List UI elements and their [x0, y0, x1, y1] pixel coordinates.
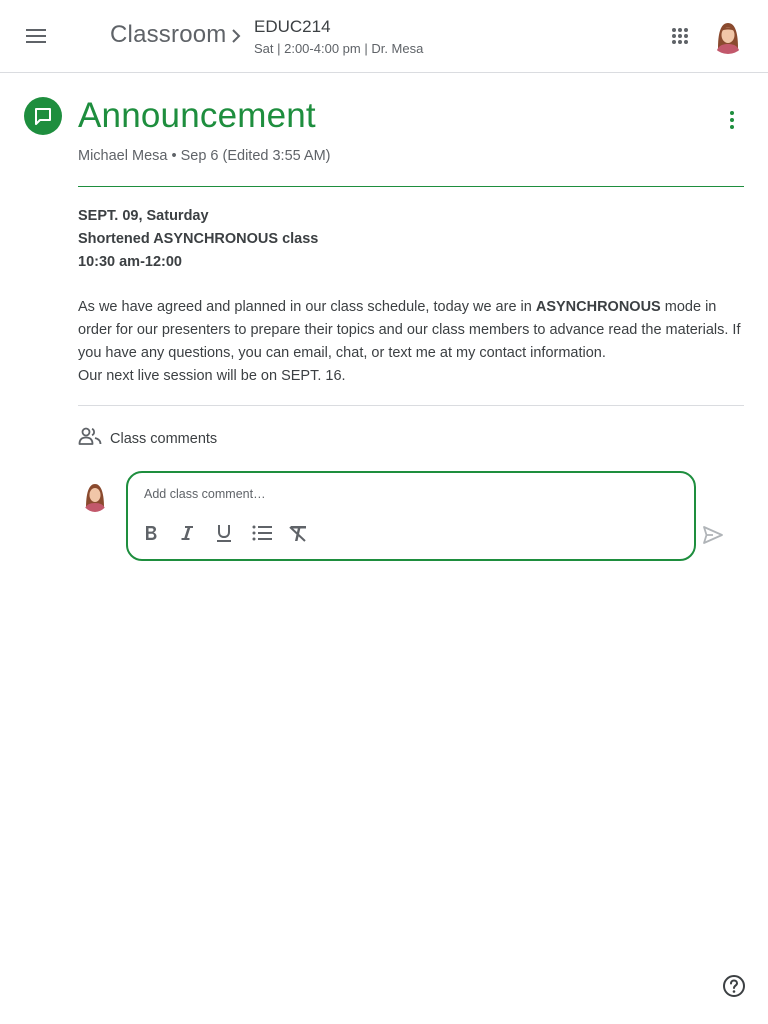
headline-line: Shortened ASYNCHRONOUS class — [78, 231, 319, 247]
class-comments-header: Class comments — [78, 426, 217, 451]
underline-icon[interactable] — [214, 521, 250, 545]
course-name: EDUC214 — [254, 17, 331, 36]
chevron-right-icon — [226, 24, 246, 48]
bold-icon[interactable] — [142, 521, 178, 545]
more-options-icon[interactable] — [718, 104, 746, 136]
send-icon[interactable] — [700, 522, 726, 548]
announcement-chat-icon — [24, 97, 62, 135]
comments-divider — [78, 405, 744, 406]
announcement-paragraph: As we have agreed and planned in our cla… — [78, 296, 746, 365]
headline-line: 10:30 am-12:00 — [78, 254, 182, 270]
account-avatar[interactable] — [710, 18, 746, 54]
course-breadcrumb[interactable]: EDUC214 Sat | 2:00-4:00 pm | Dr. Mesa — [254, 16, 423, 60]
post-body: SEPT. 09, Saturday Shortened ASYNCHRONOU… — [78, 205, 746, 388]
bulleted-list-icon[interactable] — [250, 521, 286, 545]
top-app-bar: Classroom EDUC214 Sat | 2:00-4:00 pm | D… — [0, 0, 768, 73]
class-comments-label: Class comments — [110, 430, 218, 447]
post-author-date: Michael Mesa • Sep 6 (Edited 3:55 AM) — [78, 148, 331, 164]
headline-line: SEPT. 09, Saturday — [78, 208, 209, 224]
closing-line: Our next live session will be on SEPT. 1… — [78, 368, 346, 384]
user-avatar — [81, 480, 109, 512]
app-title-link[interactable]: Classroom — [110, 21, 227, 49]
paragraph-bold-text: ASYNCHRONOUS — [535, 299, 661, 315]
people-icon — [78, 426, 102, 451]
course-subtitle: Sat | 2:00-4:00 pm | Dr. Mesa — [254, 41, 424, 56]
italic-icon[interactable] — [178, 521, 214, 545]
help-icon[interactable] — [720, 972, 748, 1000]
paragraph-text: As we have agreed and planned in our cla… — [78, 299, 536, 315]
post-title: Announcement — [78, 96, 316, 135]
comment-input[interactable] — [144, 487, 664, 501]
formatting-toolbar — [142, 521, 322, 545]
apps-grid-icon[interactable] — [664, 20, 696, 52]
comment-composer — [126, 471, 696, 561]
hamburger-menu-icon[interactable] — [16, 20, 56, 52]
clear-formatting-icon[interactable] — [286, 521, 322, 545]
post-header-divider — [78, 186, 744, 187]
